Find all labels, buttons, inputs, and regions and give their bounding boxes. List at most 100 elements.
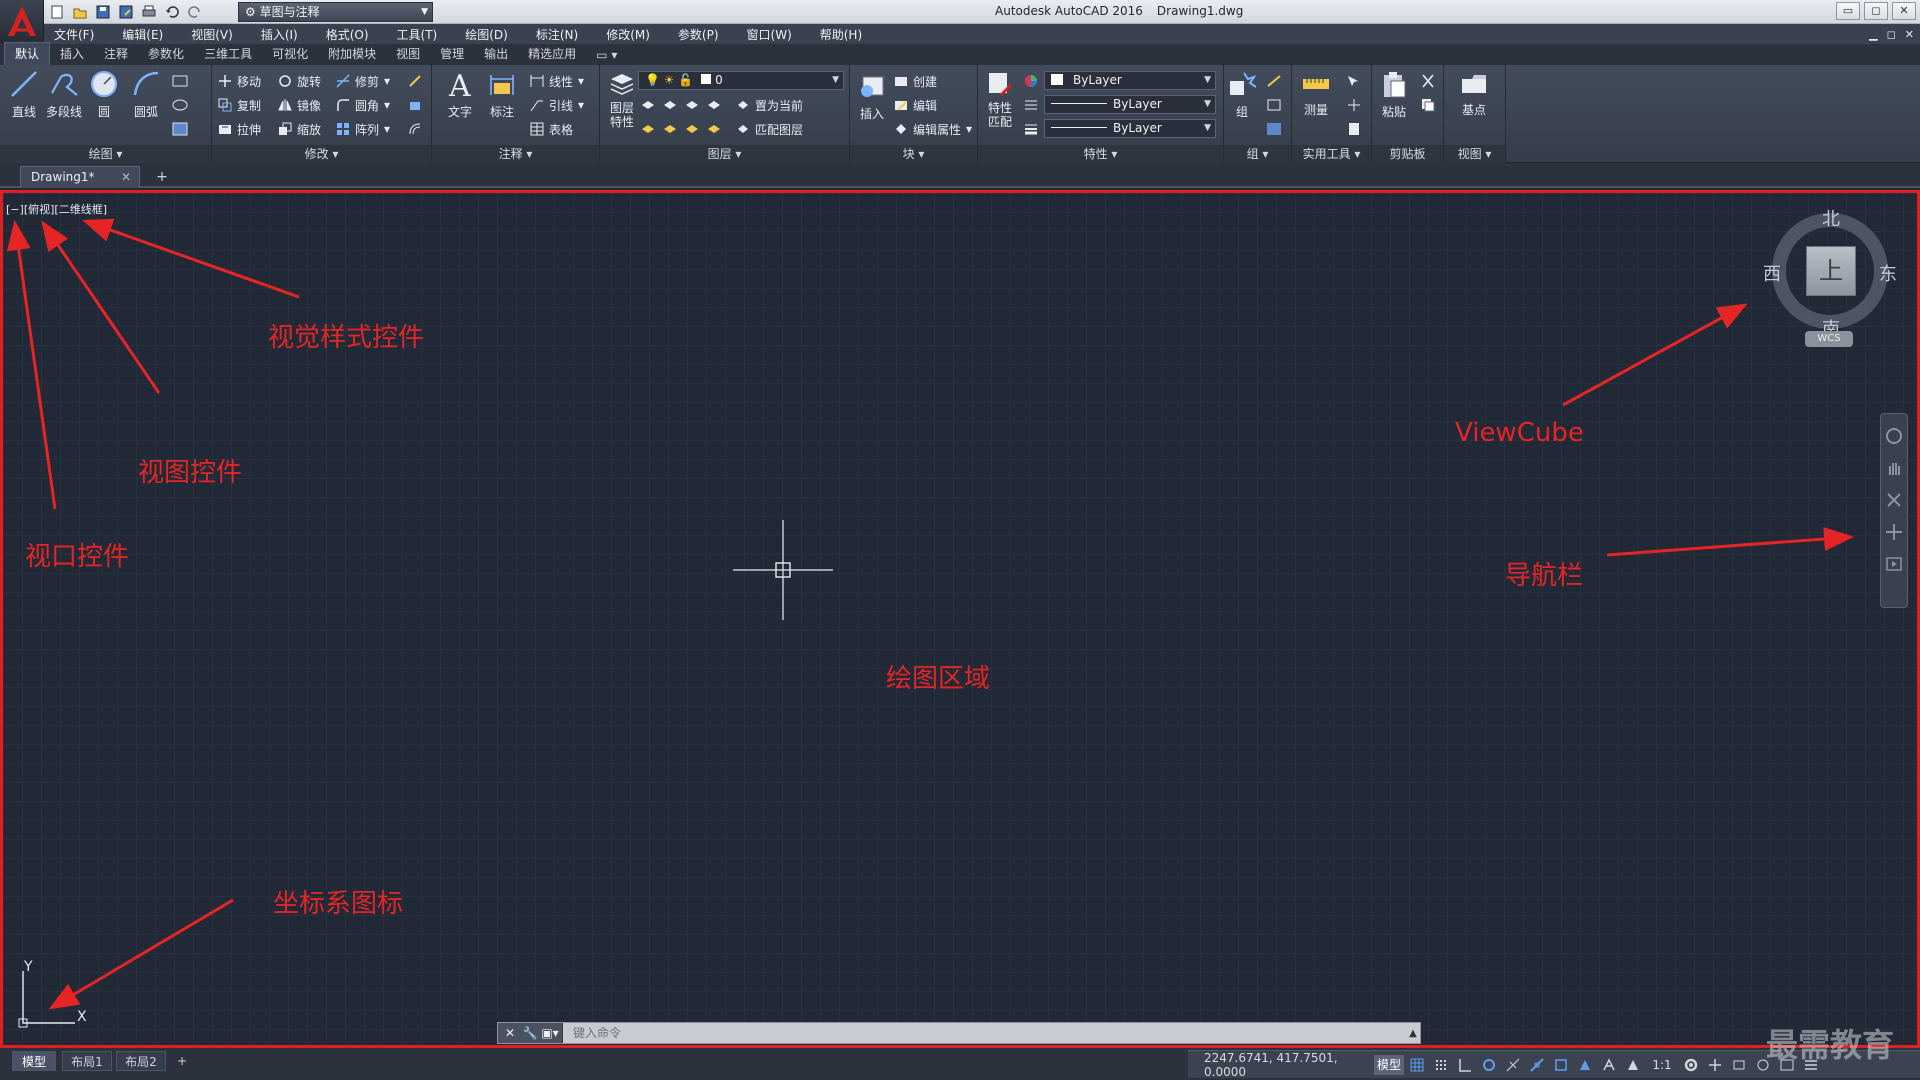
menu-view[interactable]: 视图(V) — [191, 26, 233, 43]
polar-icon[interactable] — [1482, 1058, 1496, 1072]
copy-button[interactable]: 复制 — [218, 95, 261, 115]
tab-parametric[interactable]: 参数化 — [138, 43, 194, 65]
table-button[interactable]: 表格 — [530, 119, 573, 139]
mirror-button[interactable]: 镜像 — [278, 95, 321, 115]
snap-icon[interactable] — [1434, 1058, 1448, 1072]
panel-title-annotation[interactable]: 注释 ▾ — [432, 145, 599, 163]
basepoint-button[interactable]: 基点 — [1452, 71, 1496, 118]
doc-minimize-button[interactable]: ▁ — [1869, 28, 1877, 41]
isodraft-icon[interactable] — [1506, 1058, 1520, 1072]
new-icon[interactable] — [48, 4, 65, 21]
trim-button[interactable]: 修剪 ▾ — [336, 71, 390, 91]
line-button[interactable]: 直线 — [2, 69, 46, 120]
application-menu-button[interactable] — [0, 0, 44, 44]
match-properties-button[interactable]: 特性 匹配 — [978, 71, 1022, 129]
close-button[interactable]: ✕ — [1892, 2, 1916, 20]
match-layer-button[interactable]: 匹配图层 — [736, 119, 803, 139]
calculator-tool[interactable] — [1346, 119, 1362, 139]
panel-title-draw[interactable]: 绘图 ▾ — [0, 145, 211, 163]
linetype-dropdown[interactable]: ByLayer ▼ — [1044, 95, 1216, 114]
tab-annotate[interactable]: 注释 — [94, 43, 138, 65]
tab-view[interactable]: 视图 — [386, 43, 430, 65]
set-current-button[interactable]: 置为当前 — [736, 95, 803, 115]
menu-draw[interactable]: 绘图(D) — [465, 26, 508, 43]
rectangle-tool[interactable] — [172, 71, 188, 91]
osnap-icon[interactable] — [1530, 1057, 1544, 1072]
menu-edit[interactable]: 编辑(E) — [122, 26, 163, 43]
layer-tools-row-2[interactable] — [640, 119, 730, 139]
menu-modify[interactable]: 修改(M) — [606, 26, 650, 43]
menu-insert[interactable]: 插入(I) — [261, 26, 298, 43]
tab-default[interactable]: 默认 — [4, 42, 51, 65]
create-block-button[interactable]: 创建 — [894, 71, 937, 91]
id-point-tool[interactable] — [1346, 95, 1362, 115]
circle-button[interactable]: 圆 — [82, 69, 126, 120]
tab-layout1[interactable]: 布局1 — [62, 1051, 112, 1071]
tab-visualize[interactable]: 可视化 — [262, 43, 318, 65]
menu-dimension[interactable]: 标注(N) — [536, 26, 578, 43]
ungroup-tool[interactable] — [1266, 71, 1282, 91]
color-wheel[interactable] — [1024, 71, 1038, 91]
annotation-visibility-icon[interactable] — [1578, 1058, 1592, 1072]
chevron-up-icon[interactable]: ▲ — [1406, 1028, 1420, 1039]
tab-model[interactable]: 模型 — [12, 1051, 56, 1071]
open-icon[interactable] — [71, 4, 88, 21]
restore-button[interactable]: ◻ — [1864, 2, 1888, 20]
tab-manage[interactable]: 管理 — [430, 43, 474, 65]
color-dropdown[interactable]: ByLayer ▼ — [1044, 71, 1216, 90]
add-layout-button[interactable]: + — [172, 1051, 192, 1071]
panel-title-utilities[interactable]: 实用工具 ▾ — [1292, 145, 1371, 163]
stretch-button[interactable]: 拉伸 — [218, 119, 261, 139]
boundary-tool[interactable] — [172, 119, 188, 139]
panel-title-groups[interactable]: 组 ▾ — [1224, 145, 1291, 163]
add-scale-icon[interactable] — [1708, 1058, 1722, 1072]
coordinates-display[interactable]: 2247.6741, 417.7501, 0.0000 — [1188, 1051, 1374, 1079]
cut-tool[interactable] — [1420, 71, 1436, 91]
model-space-button[interactable]: 模型 — [1374, 1054, 1404, 1075]
tab-layout2[interactable]: 布局2 — [116, 1051, 166, 1071]
layer-dropdown[interactable]: 💡 ☀ 🔓 0 ▼ — [638, 71, 844, 90]
hardware-accel-icon[interactable] — [1732, 1058, 1746, 1072]
undo-icon[interactable] — [163, 4, 180, 21]
paste-button[interactable]: 粘贴 — [1374, 71, 1414, 120]
rotate-button[interactable]: 旋转 — [278, 71, 321, 91]
scale-button[interactable]: 缩放 — [278, 119, 321, 139]
save-as-icon[interactable] — [117, 4, 134, 21]
edit-block-button[interactable]: 编辑 — [894, 95, 937, 115]
doc-restore-button[interactable]: ◻ — [1887, 28, 1896, 41]
menu-tools[interactable]: 工具(T) — [397, 26, 438, 43]
ribbon-minimize-toggle[interactable]: ▭ ▾ — [586, 46, 627, 65]
copy-clip-tool[interactable] — [1420, 95, 1436, 115]
doc-close-button[interactable]: ✕ — [1905, 28, 1914, 41]
grid-icon[interactable] — [1410, 1058, 1424, 1072]
fillet-button[interactable]: 圆角 ▾ — [336, 95, 390, 115]
edit-attributes-button[interactable]: 编辑属性 ▾ — [894, 119, 972, 139]
leader-button[interactable]: 引线 ▾ — [530, 95, 584, 115]
offset-tool[interactable] — [408, 119, 422, 139]
auto-scale-icon[interactable] — [1602, 1057, 1616, 1072]
annotation-scale-icon[interactable] — [1626, 1058, 1640, 1072]
array-button[interactable]: 阵列 ▾ — [336, 119, 390, 139]
menu-parametric[interactable]: 参数(P) — [678, 26, 719, 43]
erase-tool[interactable] — [408, 71, 422, 91]
close-tab-icon[interactable]: ✕ — [121, 167, 131, 187]
group-select-tool[interactable] — [1266, 119, 1282, 139]
drawing-area[interactable]: [−][俯视][二维线框] Y X 北 南 东 西 上 WCS 视觉样式控件 视… — [0, 190, 1920, 1048]
menu-file[interactable]: 文件(F) — [54, 26, 94, 43]
panel-title-clipboard[interactable]: 剪贴板 — [1372, 145, 1443, 163]
customize-icon[interactable]: 🔧 — [522, 1025, 538, 1041]
scale-value[interactable]: 1:1 — [1650, 1058, 1674, 1072]
menu-help[interactable]: 帮助(H) — [820, 26, 862, 43]
tab-3d-tools[interactable]: 三维工具 — [194, 43, 262, 65]
panel-title-view[interactable]: 视图 ▾ — [1444, 145, 1505, 163]
measure-button[interactable]: 测量 — [1296, 71, 1336, 118]
group-button[interactable]: 组 — [1226, 71, 1258, 120]
panel-title-block[interactable]: 块 ▾ — [850, 145, 977, 163]
text-button[interactable]: A 文字 — [438, 69, 482, 120]
workspace-dropdown[interactable]: ⚙ 草图与注释 ▼ — [238, 2, 433, 22]
minimize-button[interactable]: ▭ — [1836, 2, 1860, 20]
arc-button[interactable]: 圆弧 — [124, 69, 168, 120]
quick-select-tool[interactable] — [1346, 71, 1362, 91]
command-input[interactable] — [563, 1023, 1406, 1043]
lineweight-dropdown[interactable]: ByLayer ▼ — [1044, 119, 1216, 138]
